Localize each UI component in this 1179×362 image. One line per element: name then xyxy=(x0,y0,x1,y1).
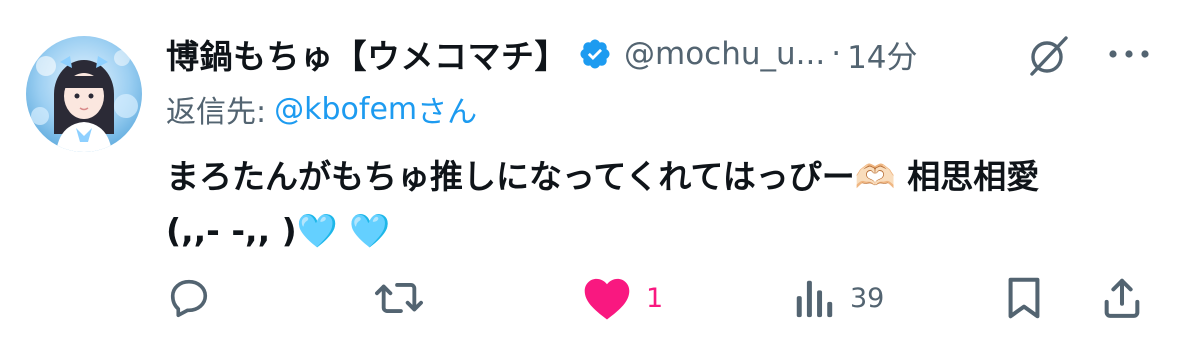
share-icon xyxy=(1104,278,1140,318)
handle[interactable]: @mochu_u... xyxy=(624,36,825,72)
separator-dot: · xyxy=(831,36,842,72)
tweet-text: まろたんがもちゅ推しになってくれてはっぴー🫶🏻 相思相愛 (,,- -,, )🩵… xyxy=(166,157,1040,250)
reply-suffix: さん xyxy=(417,95,478,130)
retweet-icon xyxy=(375,283,423,313)
verified-badge-icon xyxy=(580,39,610,69)
grok-icon[interactable] xyxy=(1024,32,1072,80)
avatar[interactable] xyxy=(26,36,142,152)
share-button[interactable] xyxy=(1100,272,1144,324)
like-count: 1 xyxy=(646,282,664,314)
heart-icon xyxy=(584,278,630,320)
more-dots-icon[interactable] xyxy=(1106,44,1152,64)
reply-icon xyxy=(170,279,208,318)
tweet[interactable]: 博鍋もちゅ【ウメコマチ】 @mochu_u... · 14分 返信先: @kbo… xyxy=(0,0,1179,362)
views-bars-icon xyxy=(796,280,833,318)
timestamp[interactable]: 14分 xyxy=(847,32,917,77)
display-name[interactable]: 博鍋もちゅ【ウメコマチ】 xyxy=(166,30,568,78)
reply-button[interactable] xyxy=(166,272,226,324)
like-button[interactable]: 1 xyxy=(582,272,663,324)
replying-to: 返信先: @kbofem さん xyxy=(166,86,477,132)
view-count: 39 xyxy=(850,282,885,314)
reply-prefix: 返信先: xyxy=(166,95,267,130)
avatar-image xyxy=(26,36,142,152)
tweet-header: 博鍋もちゅ【ウメコマチ】 @mochu_u... · 14分 xyxy=(166,28,918,80)
retweet-button[interactable] xyxy=(372,272,440,324)
bookmark-icon xyxy=(1008,277,1040,319)
reply-target-link[interactable]: @kbofem xyxy=(274,92,417,127)
views-button[interactable]: 39 xyxy=(792,272,884,324)
bookmark-button[interactable] xyxy=(1002,272,1046,324)
